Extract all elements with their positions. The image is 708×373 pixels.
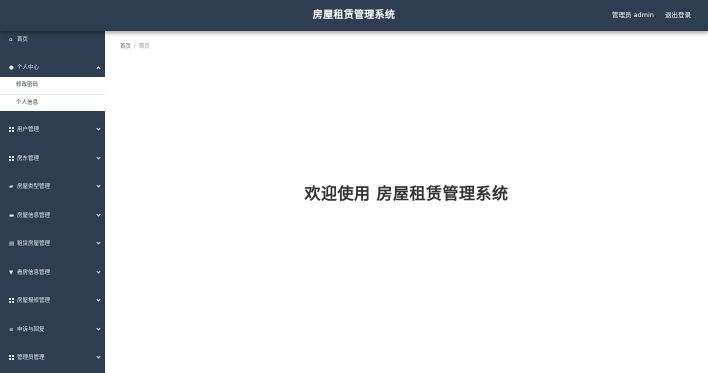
personal-center-submenu: 修改密码 个人信息 <box>0 77 105 111</box>
grid-icon <box>9 354 14 360</box>
logout-link[interactable]: 退出登录 <box>665 11 691 19</box>
topbar-user-area: 管理员 admin 退出登录 <box>612 0 691 31</box>
chevron-down-icon <box>96 212 101 217</box>
sidebar-item-label: 房屋类型管理 <box>17 184 51 190</box>
breadcrumb-home-link[interactable]: 首页 <box>120 44 131 50</box>
user-icon: ● <box>9 65 14 71</box>
home-icon: ⌂ <box>9 37 13 43</box>
menu-icon: ≡ <box>9 327 14 333</box>
briefcase-icon: ▬ <box>9 213 15 219</box>
chevron-down-icon <box>96 326 101 331</box>
sidebar-item-home[interactable]: ⌂ 首页 <box>0 31 105 49</box>
sidebar-item-repair-management[interactable]: 房屋报修管理 <box>0 292 105 310</box>
sidebar-item-label: 申诉与回复 <box>17 327 45 333</box>
sidebar-item-label: 管理员管理 <box>17 355 45 361</box>
top-navbar: 房屋租赁管理系统 管理员 admin 退出登录 <box>0 0 708 31</box>
sidebar-item-landlord-management[interactable]: 房东管理 <box>0 150 105 168</box>
chevron-down-icon <box>96 126 101 131</box>
chevron-down-icon <box>96 354 101 359</box>
sidebar-item-house-type-management[interactable]: ▰ 房屋类型管理 <box>0 178 105 196</box>
sidebar-item-viewing-info-management[interactable]: ▼ 看房信息管理 <box>0 264 105 282</box>
submenu-item-change-password[interactable]: 修改密码 <box>0 77 105 94</box>
chevron-down-icon <box>96 240 101 245</box>
grid-icon <box>9 126 14 132</box>
grid-icon <box>9 297 14 303</box>
grid-icon <box>9 155 14 161</box>
breadcrumb: 首页 / 首页 <box>120 42 150 50</box>
chevron-up-icon <box>96 66 101 71</box>
sidebar-item-appeal-reply[interactable]: ≡ 申诉与回复 <box>0 321 105 339</box>
sidebar-item-user-management[interactable]: 用户管理 <box>0 121 105 139</box>
sidebar-item-label: 租赁房屋管理 <box>17 241 51 247</box>
breadcrumb-current: 首页 <box>138 44 150 50</box>
chevron-down-icon <box>96 269 101 274</box>
breadcrumb-separator: / <box>134 44 136 50</box>
chevron-down-icon <box>96 155 101 160</box>
sidebar-item-admin-management[interactable]: 管理员管理 <box>0 349 105 367</box>
sidebar-item-house-info-management[interactable]: ▬ 房屋信息管理 <box>0 207 105 225</box>
pin-icon: ▼ <box>9 270 14 276</box>
sidebar-item-rental-house-management[interactable]: ▤ 租赁房屋管理 <box>0 235 105 253</box>
sidebar-item-label: 用户管理 <box>17 127 40 133</box>
sidebar-item-label: 看房信息管理 <box>17 270 51 276</box>
sidebar-item-label: 房东管理 <box>17 156 40 162</box>
sidebar-item-label: 房屋报修管理 <box>17 298 51 304</box>
chevron-down-icon <box>96 297 101 302</box>
current-user-label: 管理员 admin <box>611 11 654 19</box>
submenu-item-personal-info[interactable]: 个人信息 <box>0 94 105 111</box>
speech-bubble-icon: ▰ <box>9 184 14 190</box>
sidebar-item-label: 首页 <box>17 37 29 43</box>
list-icon: ▤ <box>9 241 15 247</box>
app-title: 房屋租赁管理系统 <box>312 10 396 21</box>
sidebar-item-label: 个人中心 <box>17 65 40 71</box>
sidebar-item-personal-center[interactable]: ● 个人中心 <box>0 59 105 77</box>
welcome-heading: 欢迎使用 房屋租赁管理系统 <box>304 184 509 203</box>
chevron-down-icon <box>96 183 101 188</box>
sidebar-item-label: 房屋信息管理 <box>17 213 51 219</box>
sidebar: ⌂ 首页 ● 个人中心 修改密码 个人信息 用户管理 房东管理 ▰ 房屋类型管理 ▬ 房… <box>0 31 105 373</box>
